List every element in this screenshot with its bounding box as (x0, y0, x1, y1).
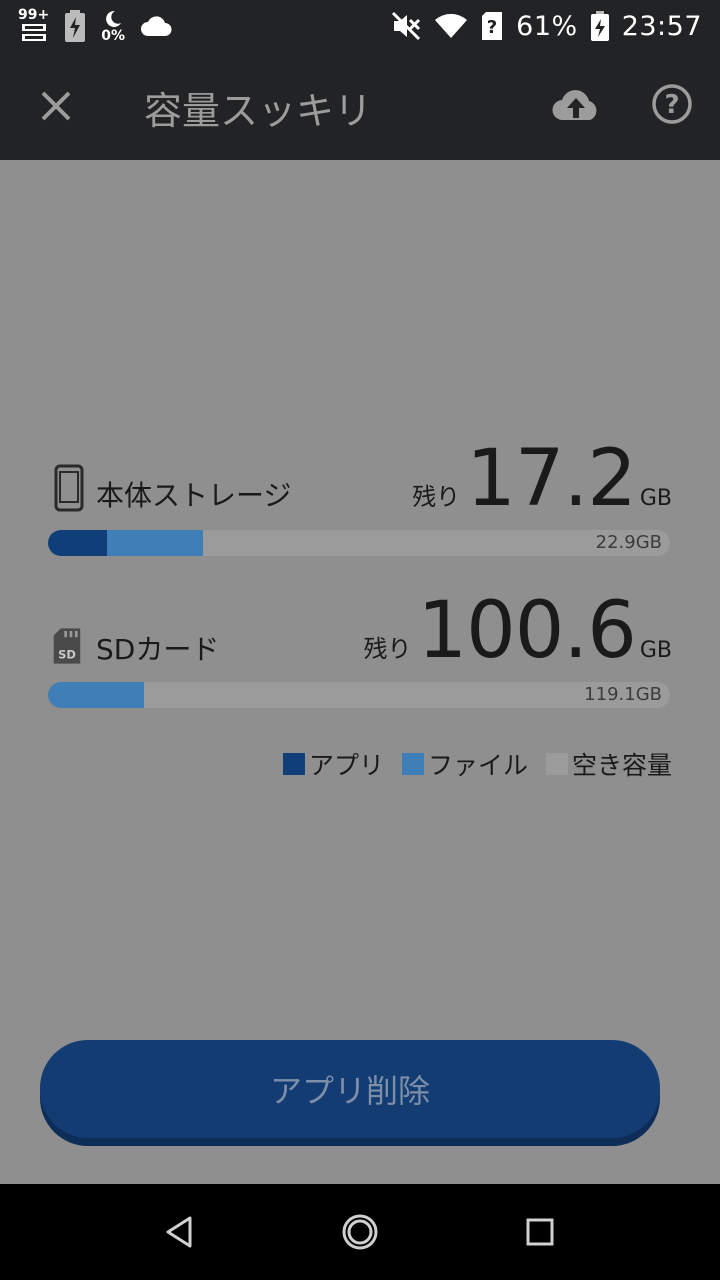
page-title: 容量スッキリ (144, 89, 373, 133)
sd-card-bar: 119.1GB (48, 682, 670, 708)
delete-apps-button[interactable]: アプリ削除 (40, 1040, 660, 1138)
battery-percent: 61% (516, 10, 578, 42)
toolbar: 容量スッキリ ? (0, 52, 720, 160)
back-icon[interactable] (160, 1212, 200, 1252)
phone-icon (54, 464, 84, 512)
recents-icon[interactable] (520, 1212, 560, 1252)
mute-icon (392, 11, 421, 41)
internal-storage-bar: 22.9GB (48, 530, 670, 556)
svg-text:?: ? (487, 17, 497, 38)
internal-storage-row: 本体ストレージ 残り 17.2 GB (48, 440, 672, 520)
close-icon (41, 91, 71, 121)
sd-files-segment (48, 682, 144, 708)
navigation-bar (0, 1184, 720, 1280)
notification-count-icon: 99+ (18, 8, 49, 44)
cloud-upload-button[interactable] (550, 84, 602, 128)
svg-text:?: ? (664, 90, 679, 120)
sd-remaining-value: 100.6 (417, 586, 637, 676)
clock: 23:57 (621, 10, 702, 42)
battery-icon (590, 11, 609, 41)
night-mode-icon: 0% (101, 9, 125, 43)
free-swatch (545, 753, 568, 775)
battery-charging-icon (65, 10, 86, 42)
legend-files: ファイル (401, 746, 528, 782)
status-bar: 99+ 0% ? 61% 23:57 (0, 0, 720, 52)
legend-free: 空き容量 (545, 746, 672, 782)
sd-card-icon: SD (53, 628, 81, 664)
internal-total: 22.9GB (595, 532, 662, 553)
internal-files-segment (107, 530, 203, 556)
legend: アプリ ファイル 空き容量 (282, 746, 672, 782)
help-button[interactable]: ? (650, 82, 694, 126)
files-swatch (401, 753, 424, 775)
internal-storage-remaining: 残り 17.2 GB (412, 434, 672, 524)
storage-overview: 本体ストレージ 残り 17.2 GB 22.9GB SD SDカード 残り 10… (0, 160, 720, 1184)
home-icon[interactable] (340, 1212, 380, 1252)
internal-remaining-value: 17.2 (466, 434, 637, 524)
sd-card-row: SD SDカード 残り 100.6 GB (48, 592, 672, 672)
cloud-upload-icon (552, 90, 597, 121)
wifi-icon (435, 13, 468, 39)
signal-unknown-icon: ? (482, 12, 503, 40)
help-icon: ? (652, 84, 692, 124)
internal-storage-label: 本体ストレージ (96, 479, 292, 512)
sd-card-label: SDカード (96, 633, 220, 666)
sd-total: 119.1GB (584, 684, 662, 705)
svg-text:SD: SD (58, 647, 76, 661)
legend-apps: アプリ (282, 746, 384, 782)
internal-apps-segment (48, 530, 107, 556)
apps-swatch (282, 753, 305, 775)
cloud-icon (141, 16, 172, 36)
close-button[interactable] (36, 86, 76, 126)
sd-card-remaining: 残り 100.6 GB (363, 586, 672, 676)
